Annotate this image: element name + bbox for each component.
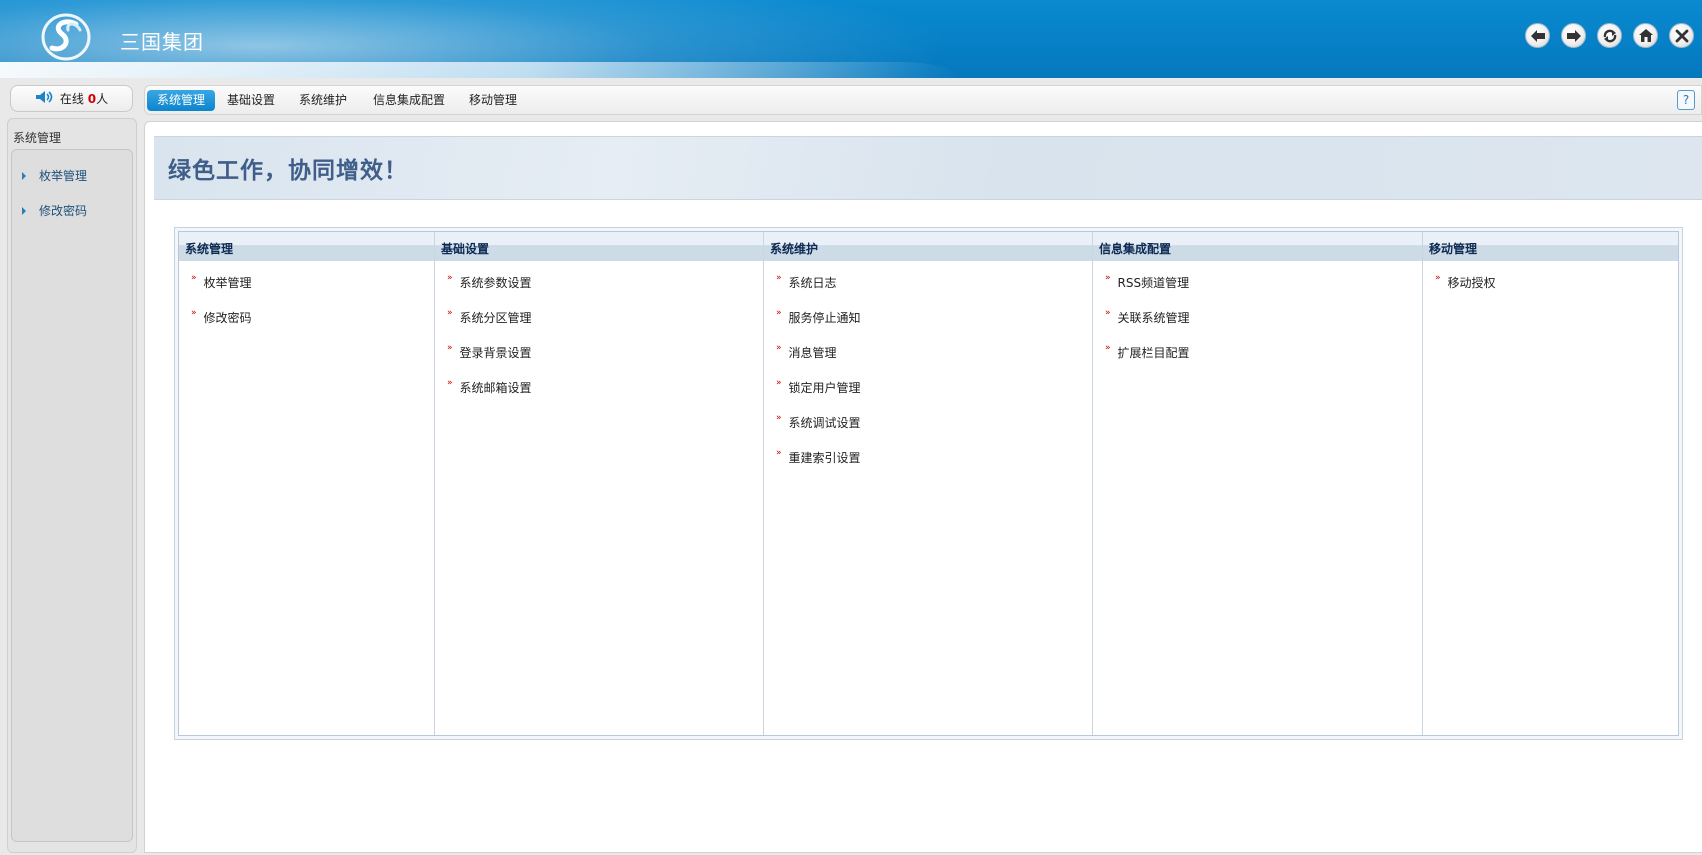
slogan-text: 绿色工作，协同增效！ (168, 157, 408, 184)
double-arrow-icon: » (776, 377, 782, 388)
menu-item[interactable]: » 系统调试设置 (764, 405, 1092, 440)
sidebar-item-label: 枚举管理 (39, 169, 88, 183)
tab-system-management[interactable]: 系统管理 (147, 90, 216, 111)
double-arrow-icon: » (1435, 272, 1441, 283)
online-count: 0 (87, 92, 97, 106)
tab-bar: 系统管理 基础设置 系统维护 信息集成配置 移动管理 ? (144, 85, 1702, 115)
double-arrow-icon: » (1105, 272, 1111, 283)
menu-item[interactable]: » RSS频道管理 (1093, 265, 1422, 300)
sidebar-title: 系统管理 (13, 131, 62, 145)
double-arrow-icon: » (1105, 342, 1111, 353)
double-arrow-icon: » (447, 307, 453, 318)
online-label: 在线 0人 (59, 92, 109, 106)
tab-mobile-management[interactable]: 移动管理 (459, 90, 527, 111)
menu-column: 系统管理 » 枚举管理 » 修改密码 (179, 232, 435, 735)
menu-item[interactable]: » 移动授权 (1423, 265, 1678, 300)
sidebar: 系统管理 枚举管理 修改密码 (7, 118, 137, 853)
tab-basic-settings[interactable]: 基础设置 (217, 90, 285, 111)
menu-column: 基础设置 » 系统参数设置 » 系统分区管理 » 登录背景设置 » 系统邮箱设置 (435, 232, 764, 735)
sidebar-item-label: 修改密码 (39, 204, 88, 218)
double-arrow-icon: » (776, 272, 782, 283)
caret-right-icon (22, 206, 26, 215)
double-arrow-icon: » (776, 412, 782, 423)
double-arrow-icon: » (776, 307, 782, 318)
menu-item[interactable]: » 锁定用户管理 (764, 370, 1092, 405)
sidebar-menu: 枚举管理 修改密码 (11, 149, 133, 842)
window-controls (1525, 23, 1694, 48)
menu-item[interactable]: » 服务停止通知 (764, 300, 1092, 335)
column-header: 信息集成配置 (1093, 232, 1422, 261)
forward-icon[interactable] (1561, 23, 1586, 48)
sidebar-item-enum[interactable]: 枚举管理 (12, 158, 132, 193)
menu-item[interactable]: » 系统邮箱设置 (435, 370, 763, 405)
tab-info-integration[interactable]: 信息集成配置 (363, 90, 455, 111)
menu-item[interactable]: » 系统参数设置 (435, 265, 763, 300)
home-icon[interactable] (1633, 23, 1658, 48)
help-icon[interactable]: ? (1677, 90, 1695, 110)
menu-item[interactable]: » 重建索引设置 (764, 440, 1092, 475)
menu-column: 系统维护 » 系统日志 » 服务停止通知 » 消息管理 » 锁定用户管理 » 系统调试设置… (764, 232, 1093, 735)
logo-icon (40, 12, 92, 62)
close-icon[interactable] (1669, 23, 1694, 48)
caret-right-icon (22, 171, 26, 180)
double-arrow-icon: » (447, 272, 453, 283)
double-arrow-icon: » (776, 342, 782, 353)
menu-item[interactable]: » 修改密码 (179, 300, 434, 335)
main-content: 绿色工作，协同增效！ 系统管理 » 枚举管理 » 修改密码 基础设置 » 系统参数设置… (144, 121, 1702, 853)
double-arrow-icon: » (1105, 307, 1111, 318)
slogan-banner: 绿色工作，协同增效！ (154, 136, 1702, 200)
menu-item[interactable]: » 扩展栏目配置 (1093, 335, 1422, 370)
menu-item[interactable]: » 系统日志 (764, 265, 1092, 300)
menu-grid-frame: 系统管理 » 枚举管理 » 修改密码 基础设置 » 系统参数设置 » 系统分区管理 » 登… (174, 227, 1683, 740)
double-arrow-icon: » (191, 307, 197, 318)
menu-column: 移动管理 » 移动授权 (1423, 232, 1678, 735)
column-header: 系统管理 (179, 232, 434, 261)
tab-system-maintenance[interactable]: 系统维护 (289, 90, 357, 111)
refresh-icon[interactable] (1597, 23, 1622, 48)
menu-item[interactable]: » 枚举管理 (179, 265, 434, 300)
menu-item[interactable]: » 关联系统管理 (1093, 300, 1422, 335)
app-title: 三国集团 (120, 30, 204, 54)
app-header: 三国集团 (0, 0, 1702, 78)
column-header: 移动管理 (1423, 232, 1678, 261)
double-arrow-icon: » (776, 447, 782, 458)
double-arrow-icon: » (447, 342, 453, 353)
online-indicator[interactable]: 在线 0人 (10, 85, 133, 112)
menu-column: 信息集成配置 » RSS频道管理 » 关联系统管理 » 扩展栏目配置 (1093, 232, 1423, 735)
sidebar-item-password[interactable]: 修改密码 (12, 193, 132, 228)
header-swoosh (0, 62, 960, 78)
back-icon[interactable] (1525, 23, 1550, 48)
speaker-icon (35, 90, 55, 107)
column-header: 基础设置 (435, 232, 763, 261)
menu-item[interactable]: » 消息管理 (764, 335, 1092, 370)
menu-item[interactable]: » 系统分区管理 (435, 300, 763, 335)
menu-item[interactable]: » 登录背景设置 (435, 335, 763, 370)
double-arrow-icon: » (447, 377, 453, 388)
double-arrow-icon: » (191, 272, 197, 283)
column-header: 系统维护 (764, 232, 1092, 261)
menu-grid: 系统管理 » 枚举管理 » 修改密码 基础设置 » 系统参数设置 » 系统分区管理 » 登… (178, 231, 1679, 736)
